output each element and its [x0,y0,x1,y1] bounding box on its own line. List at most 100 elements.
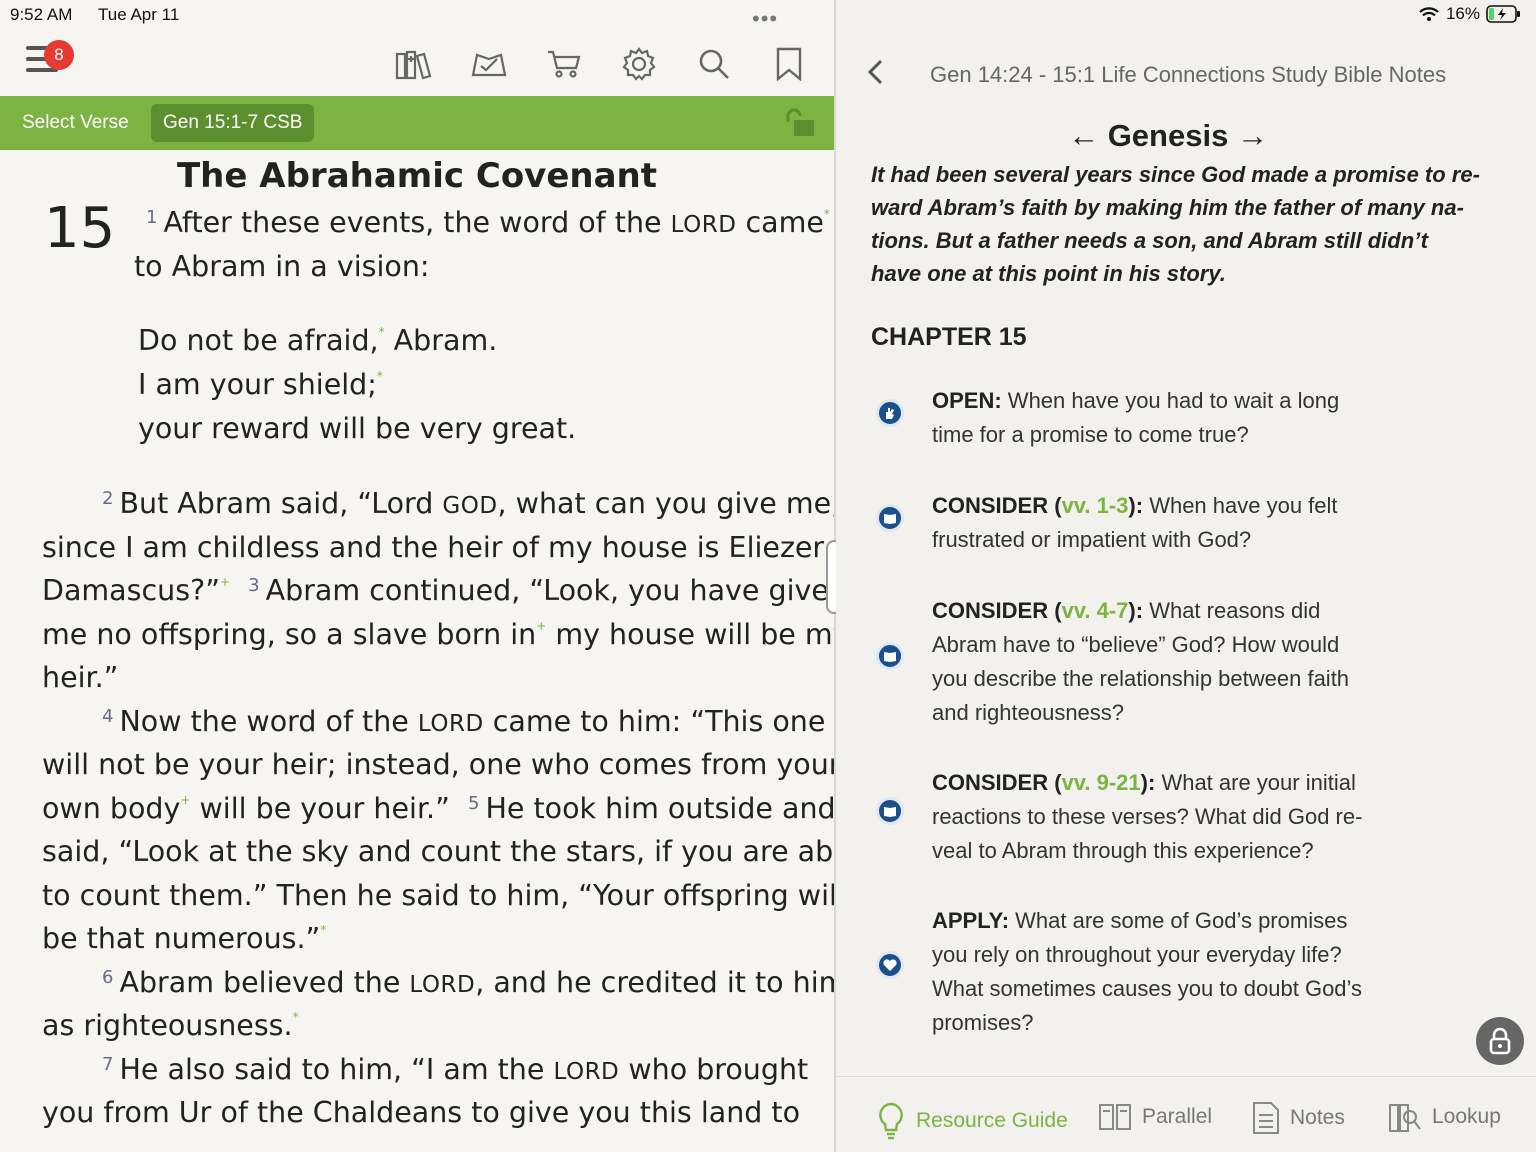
lock-scroll-button[interactable] [1476,1017,1524,1065]
footnote-marker[interactable]: * [320,923,326,937]
book-name: Genesis [1107,118,1229,153]
footnote-marker[interactable]: * [824,207,830,221]
next-arrow-icon[interactable]: → [1237,118,1268,153]
passage-reference-button[interactable]: Gen 15:1-7 CSB [151,104,315,142]
verse-text-line: since I am childless and the heir of my … [42,531,834,564]
verse-text: He also said to him, “I am the [119,1053,554,1086]
verse-text-line: said, “Look at the sky and count the sta… [42,835,834,868]
cart-icon[interactable] [544,44,584,84]
divine-name: Lord [670,212,737,238]
tab-parallel[interactable]: Parallel [1098,1101,1212,1133]
verse-text: He took him outside and [485,792,834,825]
book-icon [876,797,904,825]
verse-2[interactable]: 2 But Abram said, “Lord God, what can you… [102,487,834,520]
tab-resource-guide[interactable]: Resource Guide [876,1101,1068,1141]
tab-label: Lookup [1432,1105,1501,1128]
verse-text: me no offspring, so a slave born in [42,618,537,651]
verse-reference-link[interactable]: vv. 4-7 [1062,598,1129,623]
study-question: CONSIDER (vv. 4-7): What reasons did Abr… [932,594,1377,730]
verse-text: I am your shield; [138,368,377,401]
notes-title: Gen 14:24 - 15:1 Life Connections Study … [930,62,1447,87]
status-indicators: 16% [1418,4,1522,24]
verse-7[interactable]: 7 He also said to him, “I am the Lord who… [102,1053,808,1086]
verse-text: Do not be afraid, [138,324,379,357]
study-question: APPLY: What are some of God’s promises y… [932,904,1377,1040]
back-chevron-icon[interactable] [866,58,884,91]
verse-1-cont: to Abram in a vision: [134,250,430,283]
question-label: CONSIDER ( [932,770,1062,795]
verse-number: 5 [468,793,480,814]
verse-3[interactable]: Damascus?”+ 3 Abram continued, “Look, you… [42,574,834,607]
verse-text: Abram believed the [119,966,410,999]
verse-4[interactable]: 4 Now the word of the Lord came to him: “… [102,705,825,738]
poetry-line: Do not be afraid,* Abram. [138,324,497,357]
bible-passage: The Abrahamic Covenant 15 1 After these e… [0,150,834,1152]
verse-1[interactable]: 1 After these events, the word of the Lor… [146,206,830,239]
bible-reader-pane: 8 Select Verse Gen 15:1-7 CSB The Abraha… [0,0,834,1152]
cross-reference-marker[interactable]: + [220,575,230,589]
verse-text: my house will be my [546,618,834,651]
footnote-marker[interactable]: * [377,369,383,383]
chapter-intro: It had been several years since God made… [871,162,1480,286]
verse-5[interactable]: own body+ will be your heir.” 5 He took h… [42,792,834,825]
poetry-line: I am your shield;* [138,368,383,401]
search-icon[interactable] [694,44,734,84]
divine-name: Lord [553,1059,620,1085]
multitasking-dots-icon[interactable]: ••• [752,6,778,32]
status-date: Tue Apr 11 [98,5,180,24]
verse-text: came [736,206,824,239]
verse-text: be that numerous.” [42,922,321,955]
study-question: OPEN: When have you had to wait a long t… [932,384,1377,452]
verse-reference-link[interactable]: vv. 9-21 [1062,770,1141,795]
divine-name: Lord [409,972,476,998]
verse-text: Abram continued, “Look, you have given [265,574,834,607]
cross-reference-marker[interactable]: + [536,619,546,633]
book-icon [876,504,904,532]
question-label: APPLY: [932,908,1010,933]
question-label: CONSIDER ( [932,493,1062,518]
chapter-number: 15 [44,196,116,261]
question-label: OPEN: [932,388,1002,413]
status-bar: 9:52 AM Tue Apr 11 ••• 16% [0,0,1536,32]
question-label: ): [1128,493,1144,518]
verse-number: 1 [146,207,158,228]
heart-icon [876,951,904,979]
verse-text: , what can you give me, [497,487,834,520]
verse-text: who brought [619,1053,809,1086]
tab-notes[interactable]: Notes [1252,1101,1345,1135]
question-label: ): [1128,598,1144,623]
verse-text: came to him: “This one [483,705,826,738]
verse-text: , and he credited it to him [475,966,834,999]
study-question: CONSIDER (vv. 1-3): When have you felt f… [932,489,1377,557]
verse-number: 3 [248,575,260,596]
library-icon[interactable] [394,44,434,84]
bookmark-icon[interactable] [769,44,809,84]
battery-charging-icon [1486,5,1520,23]
unlock-icon[interactable] [782,108,818,143]
verse-text: Damascus?” [42,574,220,607]
tab-label: Parallel [1142,1105,1213,1128]
notes-icon [1253,1102,1279,1134]
tab-lookup[interactable]: Lookup [1388,1101,1501,1133]
bottom-tab-bar: Resource Guide Parallel Notes Lookup [836,1076,1536,1152]
verse-6[interactable]: 6 Abram believed the Lord, and he credite… [102,966,834,999]
divine-name: God [442,493,498,519]
gear-icon[interactable] [619,44,659,84]
cross-reference-marker[interactable]: + [180,793,190,807]
verse-text: After these events, the word of the [163,206,671,239]
tab-label: Resource Guide [916,1109,1068,1132]
select-verse-button[interactable]: Select Verse [22,112,129,134]
top-toolbar: 8 [0,30,834,96]
footnote-marker[interactable]: * [293,1010,299,1024]
status-time: 9:52 AM [10,5,73,24]
parallel-icon [1099,1104,1131,1130]
tab-label: Notes [1290,1106,1345,1129]
verse-text: own body [42,792,181,825]
reading-plan-icon[interactable] [469,44,509,84]
verse-text-line: be that numerous.”* [42,922,326,955]
chapter-heading: CHAPTER 15 [871,323,1027,351]
previous-arrow-icon[interactable]: ← [1068,118,1099,153]
verse-text-line: heir.” [42,661,119,694]
question-label: CONSIDER ( [932,598,1062,623]
verse-reference-link[interactable]: vv. 1-3 [1062,493,1129,518]
